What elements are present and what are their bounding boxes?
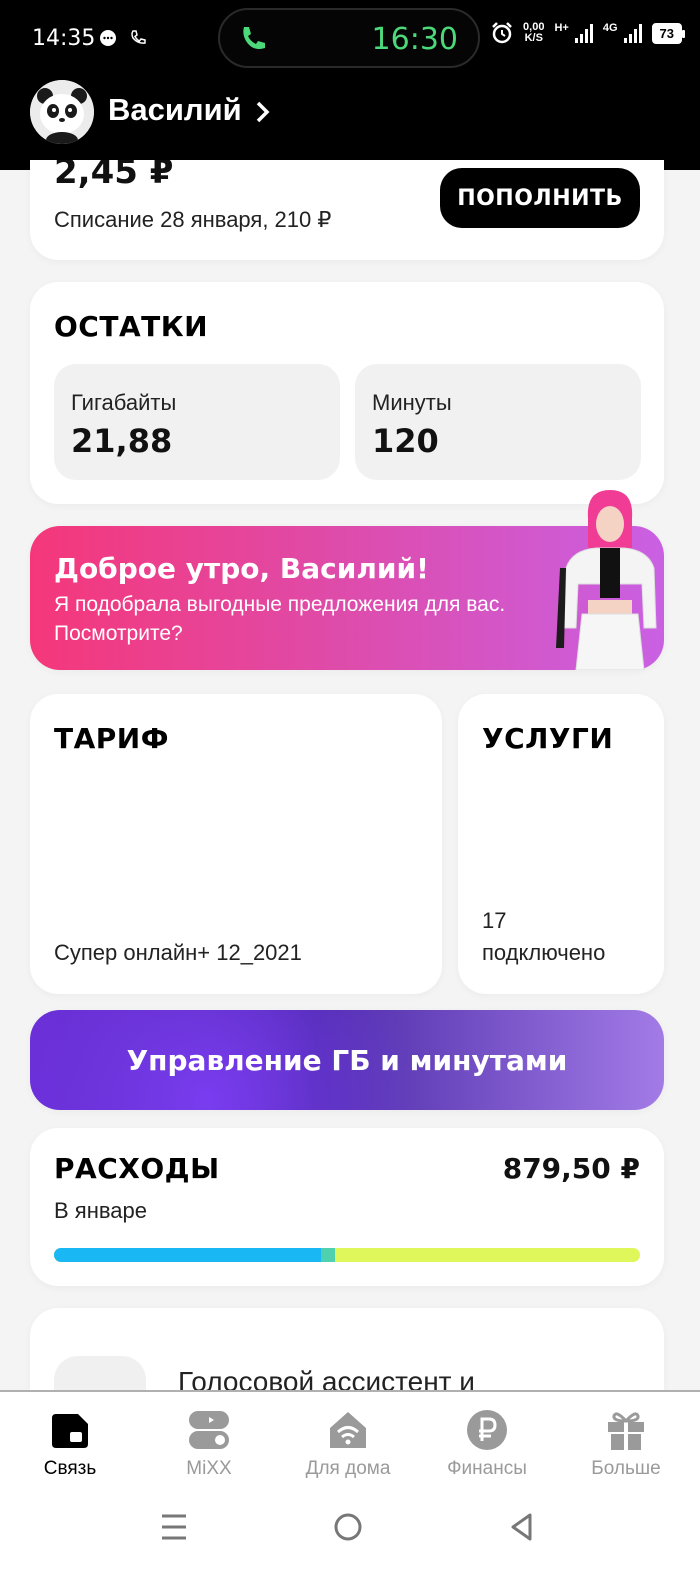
remaining-title: ОСТАТКИ xyxy=(54,310,209,343)
nav-label-finance: Финансы xyxy=(447,1458,527,1479)
minutes-value: 120 xyxy=(372,422,439,460)
tariff-card[interactable]: ТАРИФ Супер онлайн+ 12_2021 xyxy=(30,694,442,994)
minutes-tile[interactable]: Минуты 120 xyxy=(355,364,641,480)
balance-card: 2,45 ₽ Списание 28 января, 210 ₽ ПОПОЛНИ… xyxy=(30,160,664,260)
manage-label: Управление ГБ и минутами xyxy=(126,1043,568,1077)
bottom-nav: Связь MiXX Для дома Финансы Больше xyxy=(0,1390,700,1490)
home-icon[interactable] xyxy=(333,1512,363,1542)
promo-title: Доброе утро, Василий! xyxy=(54,552,429,585)
expenses-progress-bar xyxy=(54,1248,640,1262)
gigabytes-value: 21,88 xyxy=(71,422,173,460)
call-icon xyxy=(243,27,265,50)
phone-status-icon xyxy=(131,30,146,44)
topup-label: ПОПОЛНИТЬ xyxy=(457,185,623,211)
gigabytes-label: Гигабайты xyxy=(71,390,177,415)
ruble-icon xyxy=(467,1410,507,1450)
sim-card-icon xyxy=(52,1414,88,1448)
nav-item-more[interactable]: Больше xyxy=(556,1402,696,1480)
nav-label-mixx: MiXX xyxy=(186,1458,232,1479)
assistant-character-image xyxy=(556,490,657,670)
minutes-label: Минуты xyxy=(372,390,452,415)
nav-item-home[interactable]: Для дома xyxy=(278,1402,418,1480)
tariff-title: ТАРИФ xyxy=(54,722,169,755)
services-status: подключено xyxy=(482,940,606,965)
system-nav-bar xyxy=(0,1490,700,1579)
home-wifi-icon xyxy=(330,1412,366,1448)
topup-button[interactable]: ПОПОЛНИТЬ xyxy=(440,168,640,228)
expenses-title: РАСХОДЫ xyxy=(54,1152,220,1185)
chevron-right-icon xyxy=(257,101,270,123)
network-type-2: 4G xyxy=(602,22,618,34)
remaining-card[interactable]: ОСТАТКИ Гигабайты 21,88 Минуты 120 xyxy=(30,282,664,504)
gigabytes-tile[interactable]: Гигабайты 21,88 xyxy=(54,364,340,480)
clock: 14:35 xyxy=(32,26,96,51)
recent-apps-icon[interactable] xyxy=(160,1512,188,1542)
user-name: Василий xyxy=(108,92,242,127)
expenses-amount: 879,50 ₽ xyxy=(502,1152,640,1185)
expenses-period: В январе xyxy=(54,1198,147,1223)
nav-item-finance[interactable]: Финансы xyxy=(417,1402,557,1480)
net-speed-unit: K/S xyxy=(524,32,543,44)
manage-gb-minutes-button[interactable]: Управление ГБ и минутами xyxy=(30,1010,664,1110)
back-icon[interactable] xyxy=(508,1512,534,1542)
nav-label-more: Больше xyxy=(591,1458,661,1479)
balance-amount: 2,45 ₽ xyxy=(54,160,174,192)
status-icons: 0,00 K/S H+ 4G 73 xyxy=(491,22,686,44)
message-icon xyxy=(100,30,116,46)
tariff-name: Супер онлайн+ 12_2021 xyxy=(54,940,302,965)
toggle-icon xyxy=(189,1411,229,1449)
network-type-1: H+ xyxy=(554,22,569,34)
nav-label-svyaz: Связь xyxy=(43,1458,97,1479)
avatar[interactable] xyxy=(30,80,94,144)
expenses-segment-2 xyxy=(320,1248,336,1262)
nav-item-mixx[interactable]: MiXX xyxy=(139,1402,279,1480)
nav-item-svyaz[interactable]: Связь xyxy=(0,1402,140,1480)
panda-icon xyxy=(30,80,94,144)
alarm-icon xyxy=(492,22,512,44)
expenses-segment-1 xyxy=(54,1248,321,1262)
gift-icon xyxy=(608,1412,644,1450)
services-card[interactable]: УСЛУГИ 17 подключено xyxy=(458,694,664,994)
expenses-card[interactable]: РАСХОДЫ 879,50 ₽ В январе xyxy=(30,1128,664,1286)
promo-banner[interactable]: Доброе утро, Василий! Я подобрала выгодн… xyxy=(30,490,664,670)
nav-label-home: Для дома xyxy=(305,1458,391,1479)
signal-icon-2 xyxy=(623,23,642,43)
services-count: 17 xyxy=(482,908,507,933)
network-speed: 0,00 K/S xyxy=(523,22,544,44)
battery-icon: 73 xyxy=(651,22,686,44)
services-title: УСЛУГИ xyxy=(482,722,614,755)
ongoing-call-pill[interactable]: 16:30 xyxy=(218,8,480,68)
top-bar: 14:35 16:30 0,00 K/S H+ 4G 73 Василий xyxy=(0,0,700,170)
signal-icon xyxy=(574,23,593,43)
promo-text: Я подобрала выгодные предложения для вас… xyxy=(54,593,506,645)
call-duration: 16:30 xyxy=(371,22,458,57)
profile-link[interactable]: Василий xyxy=(108,92,272,128)
debit-note: Списание 28 января, 210 ₽ xyxy=(54,207,332,232)
